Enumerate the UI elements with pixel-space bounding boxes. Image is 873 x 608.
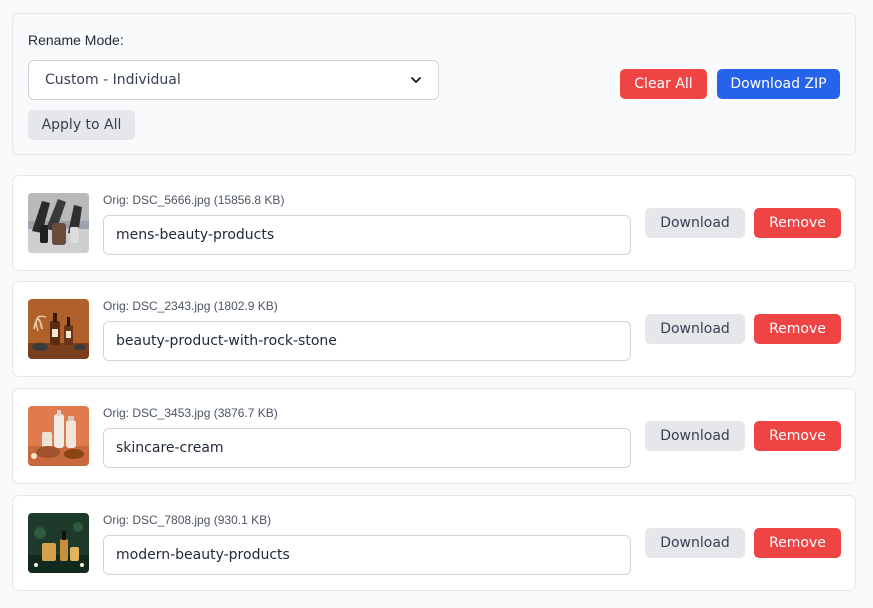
apply-to-all-button[interactable]: Apply to All — [28, 110, 135, 140]
download-button[interactable]: Download — [645, 208, 745, 238]
product-thumbnail — [28, 299, 89, 359]
remove-button[interactable]: Remove — [754, 314, 841, 344]
file-card: Orig: DSC_7808.jpg (930.1 KB) modern-bea… — [12, 495, 856, 591]
rename-mode-label: Rename Mode: — [28, 32, 124, 48]
filename-input[interactable]: modern-beauty-products — [103, 535, 631, 575]
filename-input[interactable]: mens-beauty-products — [103, 215, 631, 255]
download-button[interactable]: Download — [645, 528, 745, 558]
original-file-info: Orig: DSC_3453.jpg (3876.7 KB) — [103, 406, 278, 420]
product-thumbnail — [28, 513, 89, 573]
filename-input[interactable]: skincare-cream — [103, 428, 631, 468]
remove-button[interactable]: Remove — [754, 208, 841, 238]
filename-input[interactable]: beauty-product-with-rock-stone — [103, 321, 631, 361]
remove-button[interactable]: Remove — [754, 421, 841, 451]
product-thumbnail — [28, 193, 89, 253]
file-card: Orig: DSC_2343.jpg (1802.9 KB) beauty-pr… — [12, 281, 856, 377]
rename-mode-value: Custom - Individual — [45, 72, 181, 88]
clear-all-button[interactable]: Clear All — [620, 69, 707, 99]
chevron-down-icon — [411, 77, 421, 83]
rename-mode-select[interactable]: Custom - Individual — [28, 60, 439, 100]
download-button[interactable]: Download — [645, 314, 745, 344]
product-thumbnail — [28, 406, 89, 466]
original-file-info: Orig: DSC_2343.jpg (1802.9 KB) — [103, 299, 278, 313]
rename-controls-panel: Rename Mode: Custom - Individual Apply t… — [12, 13, 856, 155]
download-zip-button[interactable]: Download ZIP — [717, 69, 840, 99]
original-file-info: Orig: DSC_7808.jpg (930.1 KB) — [103, 513, 272, 527]
remove-button[interactable]: Remove — [754, 528, 841, 558]
original-file-info: Orig: DSC_5666.jpg (15856.8 KB) — [103, 193, 285, 207]
download-button[interactable]: Download — [645, 421, 745, 451]
file-card: Orig: DSC_5666.jpg (15856.8 KB) mens-bea… — [12, 175, 856, 271]
file-card: Orig: DSC_3453.jpg (3876.7 KB) skincare-… — [12, 388, 856, 484]
